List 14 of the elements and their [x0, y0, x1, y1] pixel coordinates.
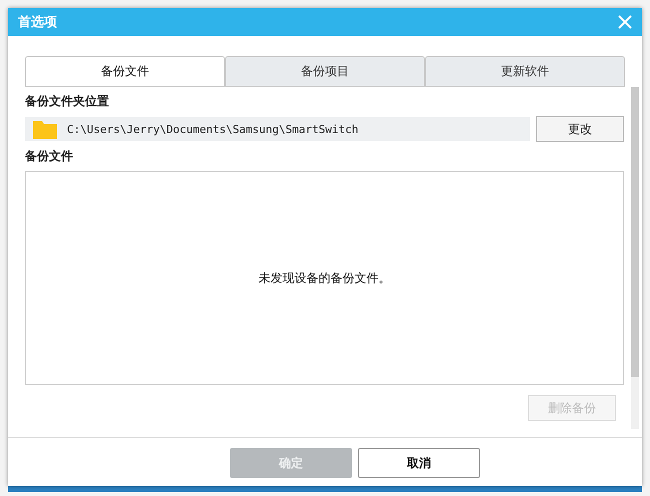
empty-message: 未发现设备的备份文件。 — [258, 270, 390, 286]
close-icon — [618, 15, 632, 29]
folder-path-field: C:\Users\Jerry\Documents\Samsung\SmartSwitch — [25, 117, 530, 141]
close-button[interactable] — [618, 15, 632, 29]
tab[interactable]: 更新软件 — [425, 56, 625, 86]
section-heading: 备份文件 — [25, 148, 74, 165]
window-title: 首选项 — [18, 14, 57, 31]
dialog-button[interactable]: 取消 — [358, 448, 480, 478]
change-button[interactable]: 更改 — [536, 116, 624, 142]
folder-icon — [33, 119, 57, 139]
scrollbar[interactable] — [631, 87, 639, 429]
tab[interactable]: 备份文件 — [25, 56, 225, 86]
section-heading: 备份文件夹位置 — [25, 93, 110, 110]
tab[interactable]: 备份项目 — [225, 56, 425, 86]
